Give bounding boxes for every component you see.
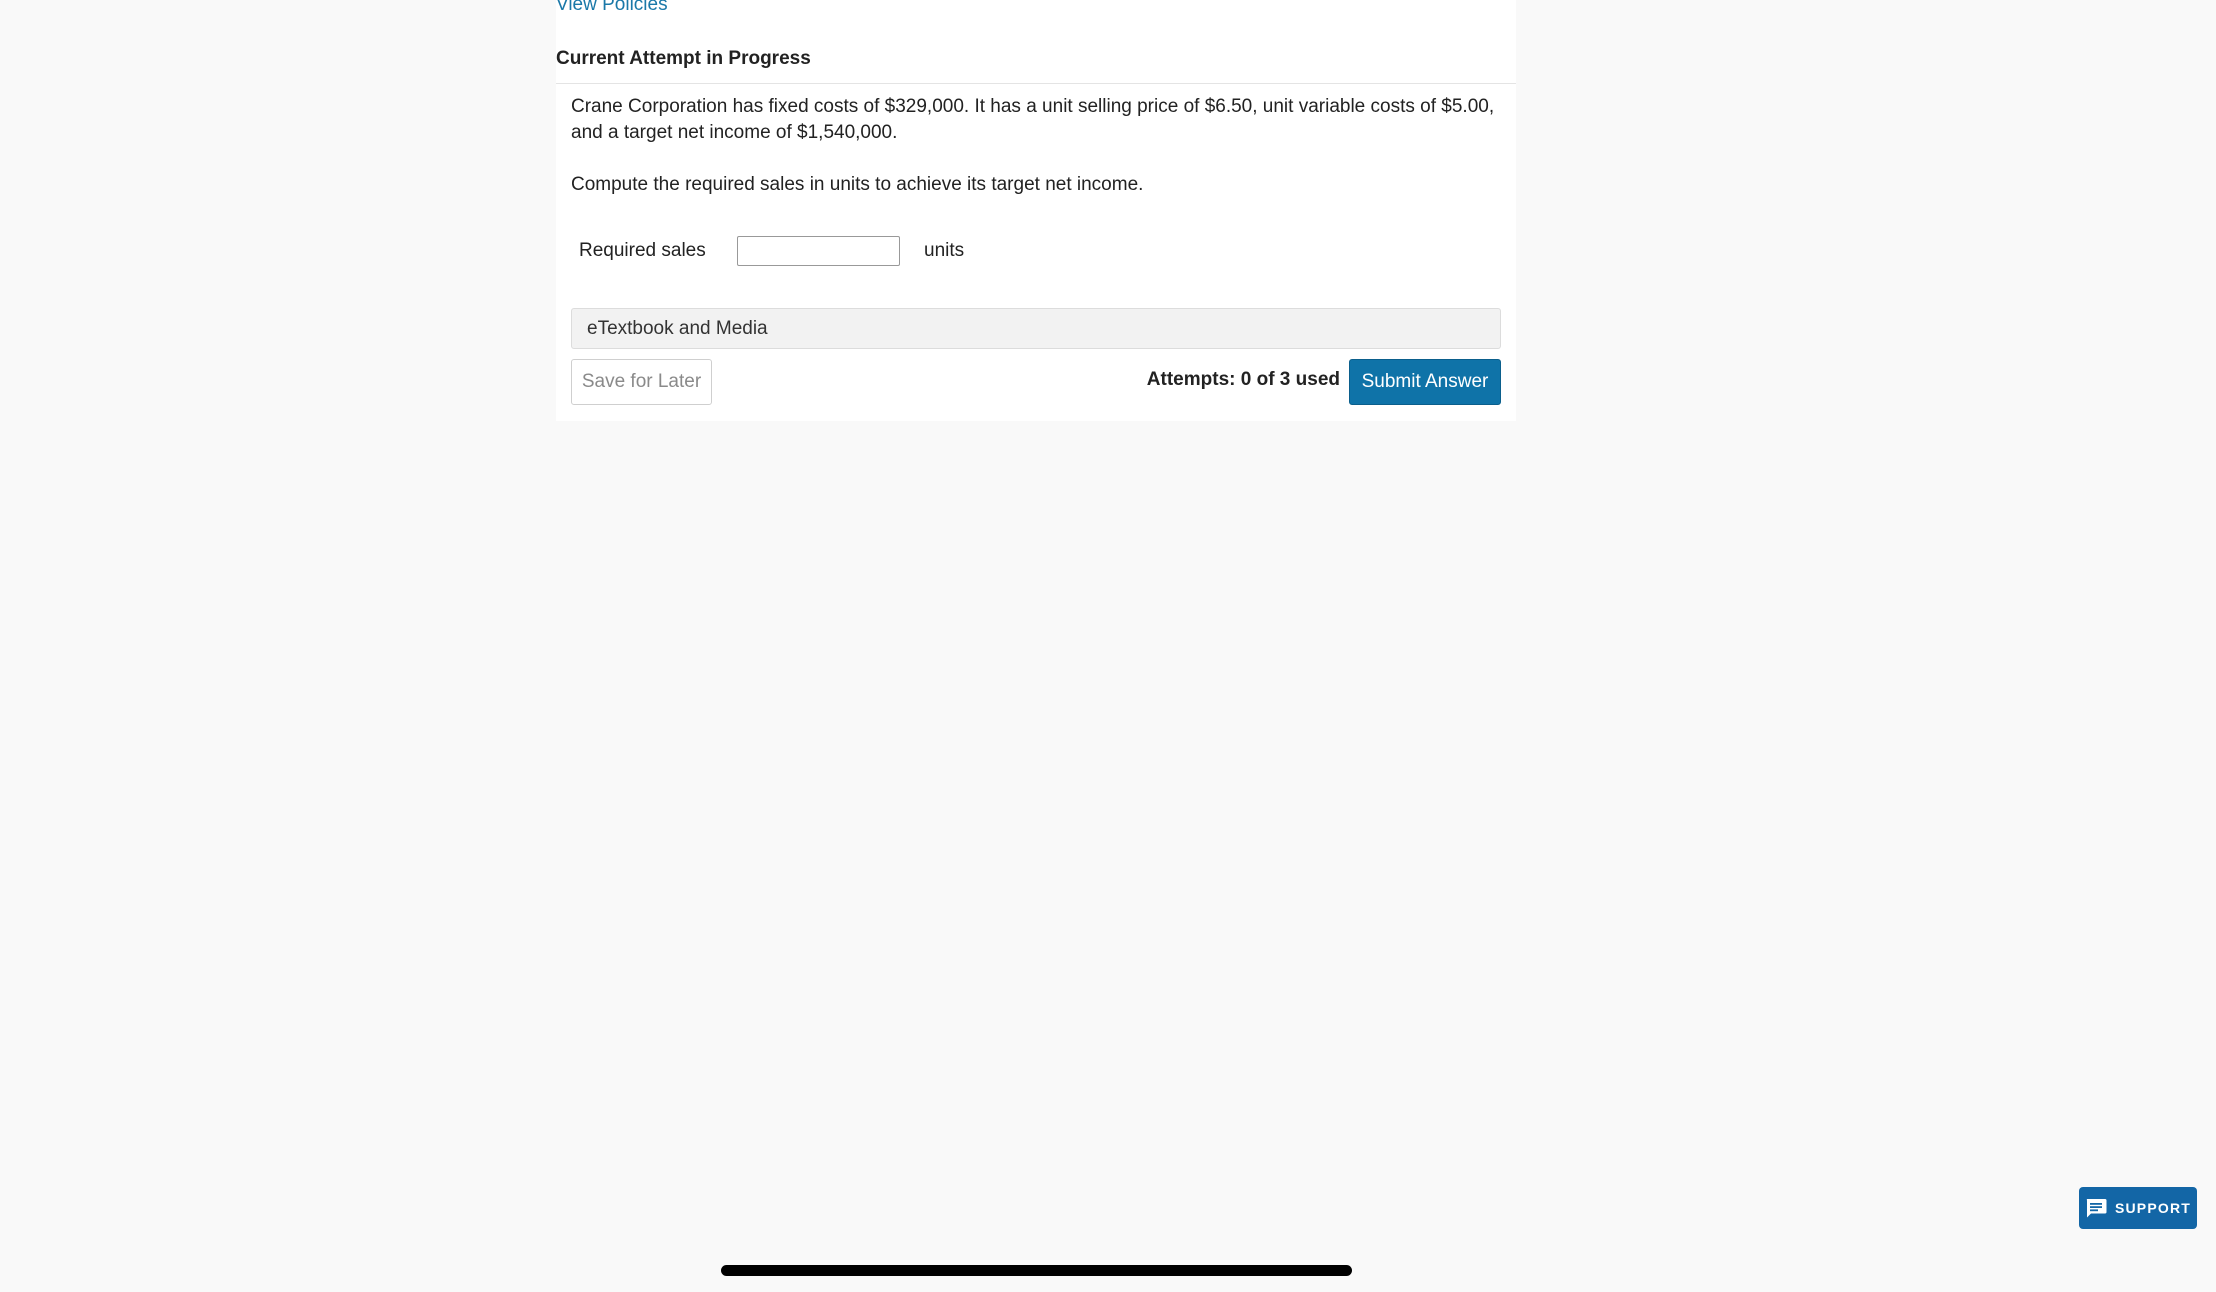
submit-answer-button[interactable]: Submit Answer — [1349, 359, 1501, 405]
question-panel: View Policies Current Attempt in Progres… — [556, 0, 1516, 421]
home-indicator — [721, 1265, 1352, 1276]
required-sales-label: Required sales — [579, 240, 706, 261]
support-button[interactable]: SUPPORT — [2079, 1187, 2197, 1229]
view-policies-link[interactable]: View Policies — [556, 0, 668, 16]
etextbook-media-toggle[interactable]: eTextbook and Media — [571, 308, 1501, 349]
save-for-later-button[interactable]: Save for Later — [571, 359, 712, 405]
question-prompt: Crane Corporation has fixed costs of $32… — [571, 96, 1495, 143]
units-label: units — [924, 240, 965, 261]
question-instruction: Compute the required sales in units to a… — [571, 174, 1144, 195]
support-label: SUPPORT — [2114, 1200, 2192, 1216]
chat-icon — [2085, 1198, 2107, 1218]
divider — [556, 83, 1516, 84]
required-sales-input[interactable] — [737, 236, 900, 266]
attempt-heading: Current Attempt in Progress — [556, 48, 811, 69]
answer-row: Required sales units — [579, 234, 964, 268]
attempts-counter: Attempts: 0 of 3 used — [1146, 369, 1340, 390]
